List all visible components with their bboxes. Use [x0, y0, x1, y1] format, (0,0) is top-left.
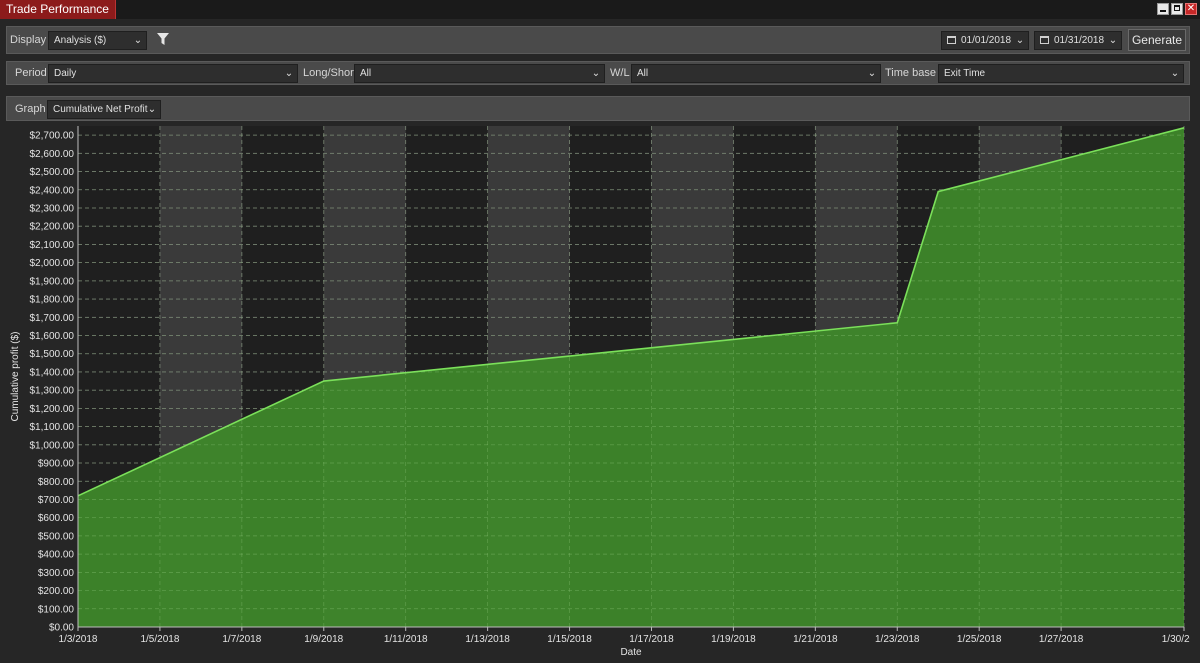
- minimize-icon: [1160, 10, 1166, 12]
- longshort-select[interactable]: All ⌄: [354, 64, 605, 83]
- x-tick-label: 1/13/2018: [465, 634, 510, 645]
- y-tick-label: $2,100.00: [30, 240, 75, 251]
- y-tick-label: $2,500.00: [30, 167, 75, 178]
- display-label: Display: [10, 34, 47, 46]
- y-tick-label: $2,200.00: [30, 222, 75, 233]
- display-select-value: Analysis ($): [54, 35, 107, 46]
- chevron-down-icon: ⌄: [1108, 35, 1118, 46]
- cumulative-profit-chart: $0.00 $100.00 $200.00 $300.00 $400.00 $500.00…: [10, 126, 1200, 658]
- date-from-picker[interactable]: 01/01/2018 ⌄: [941, 31, 1029, 50]
- chevron-down-icon: ⌄: [284, 68, 294, 79]
- x-tick-label: 1/11/2018: [384, 634, 428, 645]
- timebase-select[interactable]: Exit Time ⌄: [938, 64, 1184, 83]
- period-select-value: Daily: [54, 68, 77, 79]
- x-tick-label: 1/30/2018: [1162, 634, 1190, 645]
- y-tick-label: $1,500.00: [30, 349, 75, 360]
- wl-label: W/L: [610, 67, 630, 79]
- y-tick-label: $100.00: [38, 604, 75, 615]
- y-tick-label: $200.00: [38, 586, 75, 597]
- chevron-down-icon: ⌄: [1170, 68, 1180, 79]
- graph-bar: Graph Cumulative Net Profit ⌄: [6, 96, 1190, 121]
- filter-bar: Period Daily ⌄ Long/Short All ⌄ W/L All …: [6, 61, 1190, 85]
- chevron-down-icon: ⌄: [1015, 35, 1025, 46]
- y-tick-label: $2,300.00: [30, 203, 75, 214]
- y-tick-label: $2,600.00: [30, 149, 75, 160]
- y-tick-label: $500.00: [38, 531, 75, 542]
- chevron-down-icon: ⌄: [147, 104, 157, 115]
- close-icon: ✕: [1186, 3, 1196, 14]
- period-label: Period: [15, 67, 47, 79]
- period-select[interactable]: Daily ⌄: [48, 64, 298, 83]
- y-tick-label: $1,700.00: [30, 313, 75, 324]
- x-tick-label: 1/15/2018: [547, 634, 592, 645]
- x-tick-label: 1/5/2018: [140, 634, 179, 645]
- x-tick-label: 1/25/2018: [957, 634, 1002, 645]
- window-title: Trade Performance: [0, 0, 116, 19]
- wl-select[interactable]: All ⌄: [631, 64, 881, 83]
- x-tick-label: 1/19/2018: [711, 634, 756, 645]
- y-tick-label: $0.00: [49, 623, 74, 634]
- graph-type-select[interactable]: Cumulative Net Profit ⌄: [47, 100, 161, 119]
- title-bar: Trade Performance ✕: [0, 0, 1200, 19]
- timebase-label: Time base: [885, 67, 936, 79]
- y-tick-label: $1,400.00: [30, 367, 75, 378]
- chevron-down-icon: ⌄: [591, 68, 601, 79]
- y-tick-label: $800.00: [38, 477, 75, 488]
- display-toolbar: Display Analysis ($) ⌄ 01/01/2018 ⌄ 01/3…: [6, 26, 1190, 54]
- y-tick-label: $1,200.00: [30, 404, 75, 415]
- chevron-down-icon: ⌄: [867, 68, 877, 79]
- y-tick-label: $2,700.00: [30, 131, 75, 142]
- chart-panel: $0.00 $100.00 $200.00 $300.00 $400.00 $500.00…: [6, 122, 1200, 658]
- y-tick-label: $600.00: [38, 513, 75, 524]
- date-to-picker[interactable]: 01/31/2018 ⌄: [1034, 31, 1122, 50]
- close-button[interactable]: ✕: [1185, 3, 1197, 15]
- x-tick-label: 1/27/2018: [1039, 634, 1084, 645]
- longshort-label: Long/Short: [303, 67, 357, 79]
- y-tick-label: $1,000.00: [30, 440, 75, 451]
- calendar-icon: [1040, 36, 1049, 44]
- date-to-value: 01/31/2018: [1054, 35, 1105, 46]
- filter-icon[interactable]: [157, 33, 169, 45]
- x-tick-label: 1/17/2018: [629, 634, 674, 645]
- y-tick-label: $1,800.00: [30, 295, 75, 306]
- y-tick-label: $1,900.00: [30, 276, 75, 287]
- y-axis-title: Cumulative profit ($): [10, 331, 21, 421]
- x-tick-label: 1/23/2018: [875, 634, 920, 645]
- trade-performance-window: Trade Performance ✕ Display Analysis ($)…: [0, 0, 1200, 663]
- y-tick-label: $2,400.00: [30, 185, 75, 196]
- timebase-select-value: Exit Time: [944, 68, 986, 79]
- maximize-button[interactable]: [1171, 3, 1183, 15]
- minimize-button[interactable]: [1157, 3, 1169, 15]
- x-tick-label: 1/3/2018: [59, 634, 98, 645]
- y-tick-label: $400.00: [38, 550, 75, 561]
- longshort-select-value: All: [360, 68, 372, 79]
- maximize-icon: [1174, 5, 1180, 11]
- x-tick-label: 1/9/2018: [304, 634, 343, 645]
- graph-label: Graph: [15, 103, 46, 115]
- chevron-down-icon: ⌄: [133, 35, 143, 46]
- y-tick-label: $900.00: [38, 459, 75, 470]
- y-tick-label: $2,000.00: [30, 258, 75, 269]
- y-tick-label: $1,100.00: [30, 422, 75, 433]
- y-tick-label: $300.00: [38, 568, 75, 579]
- x-axis-title: Date: [620, 647, 642, 658]
- date-from-value: 01/01/2018: [961, 35, 1012, 46]
- generate-button[interactable]: Generate: [1128, 29, 1186, 51]
- calendar-icon: [947, 36, 956, 44]
- y-tick-label: $1,300.00: [30, 386, 75, 397]
- display-select[interactable]: Analysis ($) ⌄: [48, 31, 147, 50]
- x-tick-label: 1/21/2018: [793, 634, 838, 645]
- y-tick-label: $1,600.00: [30, 331, 75, 342]
- graph-type-value: Cumulative Net Profit: [53, 104, 148, 115]
- y-tick-label: $700.00: [38, 495, 75, 506]
- wl-select-value: All: [637, 68, 649, 79]
- x-tick-label: 1/7/2018: [222, 634, 261, 645]
